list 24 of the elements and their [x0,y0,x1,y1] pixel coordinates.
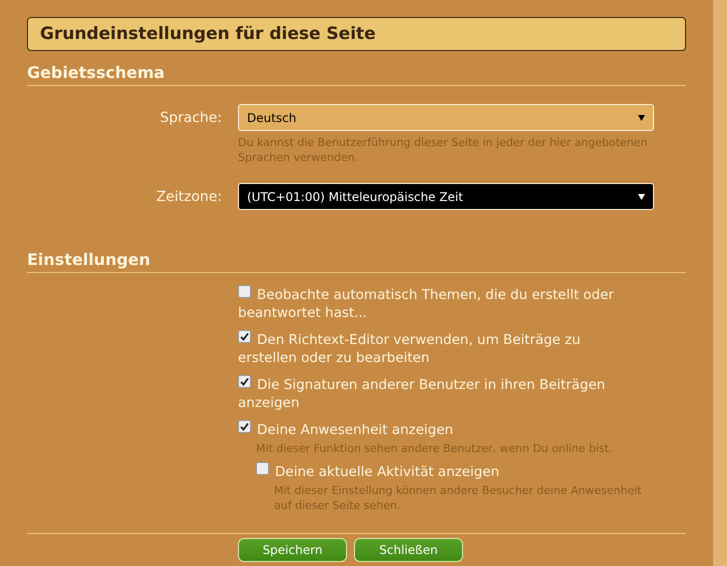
option-hint: Mit dieser Einstellung können andere Besucher deine Anwesenheit auf dieser Seite sehen. [274,483,643,513]
option-label[interactable]: Deine aktuelle Aktivität anzeigen [256,462,643,481]
option-label[interactable]: Beobachte automatisch Themen, die du erstellt oder beantwortet hast... [238,285,643,322]
option-hint: Mit dieser Funktion sehen andere Benutzer, wenn Du online bist. [256,441,614,456]
checkbox[interactable] [238,285,251,298]
field-hint: Du kannst die Benutzerführung dieser Seite in jeder der hier angebotenen Sprachen verwenden. [238,135,648,165]
checkbox[interactable] [238,330,251,343]
checkbox[interactable] [238,420,251,433]
field-label: Zeitzone: [155,188,222,205]
checkbox[interactable] [256,462,269,475]
page-title: Grundeinstellungen für diese Seite [27,17,686,51]
option-label[interactable]: Den Richtext-Editor verwenden, um Beiträge zu erstellen oder zu bearbeiten [238,330,643,367]
dropdown-caret-icon [638,194,645,200]
section-heading: Gebietsschema [27,51,686,86]
section-heading: Einstellungen [27,238,686,273]
dropdown-caret-icon [638,114,645,120]
option-label[interactable]: Die Signaturen anderer Benutzer in ihren Beiträgen anzeigen [238,375,643,412]
action-button[interactable]: Speichern [238,538,347,562]
action-button[interactable]: Schließen [354,538,463,562]
option-label[interactable]: Deine Anwesenheit anzeigen [238,420,643,439]
select-field[interactable]: (UTC+01:00) Mitteleuropäische Zeit [238,183,654,210]
checkbox[interactable] [238,375,251,388]
field-label: Sprache: [158,109,222,126]
select-field[interactable]: Deutsch [238,104,654,131]
